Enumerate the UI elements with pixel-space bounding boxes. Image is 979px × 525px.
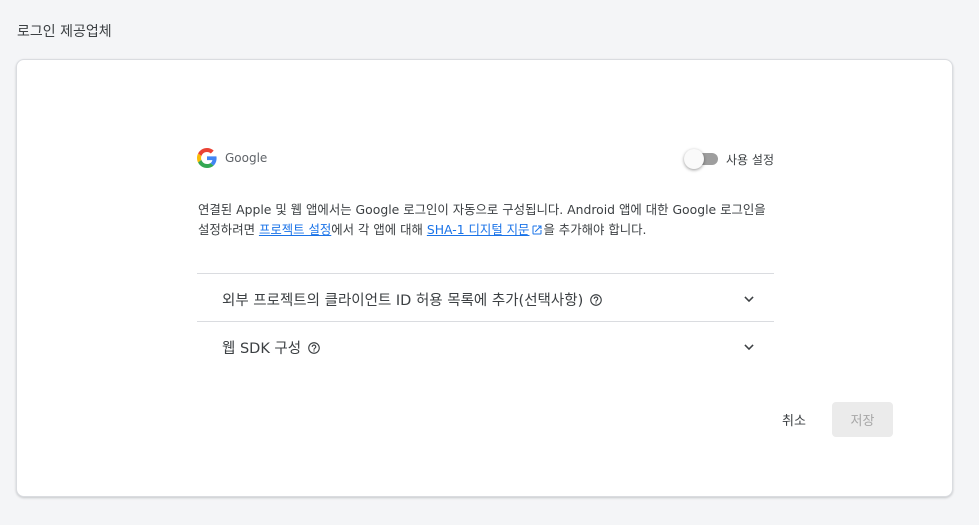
provider-config-card: Google 사용 설정 연결된 Apple 및 웹 앱에서는 Google 로… <box>16 59 953 497</box>
expander-title: 외부 프로젝트의 클라이언트 ID 허용 목록에 추가(선택사항) <box>222 289 603 310</box>
chevron-down-icon <box>744 296 754 303</box>
section-title: 로그인 제공업체 <box>17 24 112 40</box>
save-button[interactable]: 저장 <box>832 402 893 437</box>
provider-name: Google <box>225 151 268 165</box>
expander-title: 웹 SDK 구성 <box>222 337 321 358</box>
sha1-fingerprint-link[interactable]: SHA-1 디지털 지문 <box>427 222 544 237</box>
description-text: 에서 각 앱에 대해 <box>331 222 427 237</box>
chevron-down-icon <box>744 344 754 351</box>
expander-title-text: 외부 프로젝트의 클라이언트 ID 허용 목록에 추가(선택사항) <box>222 293 584 309</box>
project-settings-link[interactable]: 프로젝트 설정 <box>259 222 331 237</box>
cancel-button[interactable]: 취소 <box>765 401 823 437</box>
description-text: 을 추가해야 합니다. <box>543 222 647 237</box>
toggle-thumb <box>684 149 705 169</box>
client-id-allowlist-expander[interactable]: 외부 프로젝트의 클라이언트 ID 허용 목록에 추가(선택사항) <box>197 273 774 321</box>
help-circle-icon[interactable] <box>589 293 603 307</box>
enable-toggle[interactable] <box>684 149 719 169</box>
enable-toggle-label[interactable]: 사용 설정 <box>726 151 774 168</box>
expander-title-text: 웹 SDK 구성 <box>222 341 302 357</box>
provider-description: 연결된 Apple 및 웹 앱에서는 Google 로그인이 자동으로 구성됩니… <box>198 200 776 240</box>
provider-header: Google 사용 설정 <box>197 148 774 172</box>
external-link-icon <box>532 225 542 235</box>
sha1-fingerprint-link-label: SHA-1 디지털 지문 <box>426 222 530 237</box>
help-circle-icon[interactable] <box>307 341 321 355</box>
google-logo-icon <box>197 148 217 168</box>
enable-toggle-group: 사용 설정 <box>684 149 774 169</box>
web-sdk-config-expander[interactable]: 웹 SDK 구성 <box>197 321 774 369</box>
